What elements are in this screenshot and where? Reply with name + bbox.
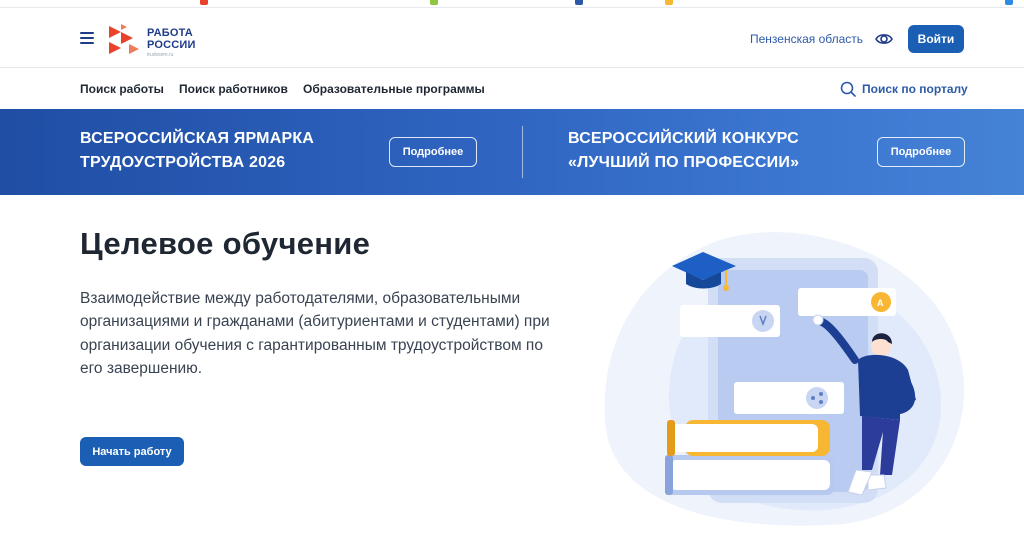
site-header: РАБОТА РОССИИ trudvsem.ru Пензенская обл… bbox=[0, 8, 1024, 68]
page-title: Целевое обучение bbox=[80, 226, 371, 261]
search-icon bbox=[840, 81, 856, 97]
region-selector[interactable]: Пензенская область bbox=[750, 32, 863, 46]
site-logo[interactable]: РАБОТА РОССИИ trudvsem.ru bbox=[107, 22, 207, 58]
bookmark-icon[interactable] bbox=[665, 0, 673, 5]
banner-left-more-button[interactable]: Подробнее bbox=[389, 137, 477, 167]
bookmark-icon[interactable] bbox=[200, 0, 208, 5]
promo-banner: ВСЕРОССИЙСКАЯ ЯРМАРКА ТРУДОУСТРОЙСТВА 20… bbox=[0, 109, 1024, 195]
svg-text:A: A bbox=[877, 298, 884, 308]
medal-icon bbox=[752, 310, 774, 332]
bookmark-icon[interactable] bbox=[430, 0, 438, 5]
hamburger-icon[interactable] bbox=[80, 32, 94, 44]
banner-right-more-button[interactable]: Подробнее bbox=[877, 137, 965, 167]
login-button[interactable]: Войти bbox=[908, 25, 964, 53]
logo-mark-icon bbox=[109, 24, 139, 54]
banner-divider bbox=[522, 126, 523, 178]
logo-text: РАБОТА РОССИИ bbox=[147, 27, 196, 51]
portal-search-label: Поиск по порталу bbox=[862, 82, 968, 96]
banner-left-title: ВСЕРОССИЙСКАЯ ЯРМАРКА ТРУДОУСТРОЙСТВА 20… bbox=[80, 130, 315, 171]
nav-item-education-programs[interactable]: Образовательные программы bbox=[303, 82, 485, 96]
banner-right-title: ВСЕРОССИЙСКИЙ КОНКУРС «ЛУЧШИЙ ПО ПРОФЕСС… bbox=[568, 130, 800, 171]
logo-subtitle: trudvsem.ru bbox=[147, 52, 174, 58]
bookmarks-bar bbox=[0, 0, 1024, 8]
bookmark-icon[interactable] bbox=[1005, 0, 1013, 5]
eye-icon[interactable] bbox=[875, 31, 893, 47]
share-icon bbox=[806, 387, 828, 409]
nav-item-employee-search[interactable]: Поиск работников bbox=[179, 82, 288, 96]
nav-item-job-search[interactable]: Поиск работы bbox=[80, 82, 164, 96]
start-work-button[interactable]: Начать работу bbox=[80, 437, 184, 466]
main-nav: Поиск работы Поиск работников Образовате… bbox=[0, 69, 1024, 109]
page-description: Взаимодействие между работодателями, обр… bbox=[80, 290, 550, 377]
targeted-education-illustration: A bbox=[604, 232, 965, 526]
bookmark-icon[interactable] bbox=[575, 0, 583, 5]
